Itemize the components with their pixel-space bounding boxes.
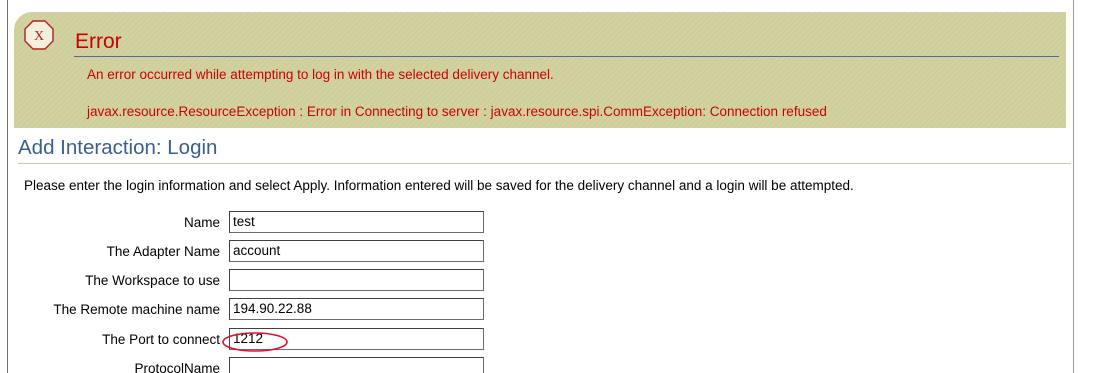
- right-frame-border: [1073, 0, 1074, 373]
- protocol-name-label: ProtocolName: [134, 361, 220, 373]
- page-title: Add Interaction: Login: [18, 136, 218, 159]
- form-row-workspace: The Workspace to use: [0, 269, 500, 293]
- instructions-text: Please enter the login information and s…: [24, 178, 854, 193]
- form-row-adapter-name: The Adapter Name account: [0, 240, 500, 264]
- page-title-divider: [18, 163, 1071, 164]
- svg-text:X: X: [34, 29, 44, 44]
- workspace-input[interactable]: [229, 269, 484, 291]
- error-title-divider: [74, 56, 1059, 57]
- adapter-name-input[interactable]: account: [229, 240, 484, 262]
- error-detail: javax.resource.ResourceException : Error…: [87, 104, 827, 119]
- form-row-port: The Port to connect 1212: [0, 328, 500, 352]
- port-input[interactable]: 1212: [229, 328, 484, 350]
- workspace-label: The Workspace to use: [85, 273, 220, 288]
- remote-machine-input[interactable]: 194.90.22.88: [229, 298, 484, 320]
- error-x-icon: X: [24, 20, 54, 50]
- port-label: The Port to connect: [102, 332, 220, 347]
- error-message: An error occurred while attempting to lo…: [87, 67, 554, 82]
- form-row-protocol-name: ProtocolName: [0, 357, 500, 373]
- form-row-remote-machine: The Remote machine name 194.90.22.88: [0, 298, 500, 322]
- form-row-name: Name test: [0, 211, 500, 235]
- name-input[interactable]: test: [229, 211, 484, 233]
- protocol-name-input[interactable]: [229, 357, 484, 373]
- remote-machine-label: The Remote machine name: [53, 302, 220, 317]
- adapter-name-label: The Adapter Name: [106, 244, 220, 259]
- login-interaction-page: X Error An error occurred while attempti…: [0, 0, 1093, 373]
- error-title: Error: [75, 30, 122, 53]
- name-label: Name: [183, 215, 220, 230]
